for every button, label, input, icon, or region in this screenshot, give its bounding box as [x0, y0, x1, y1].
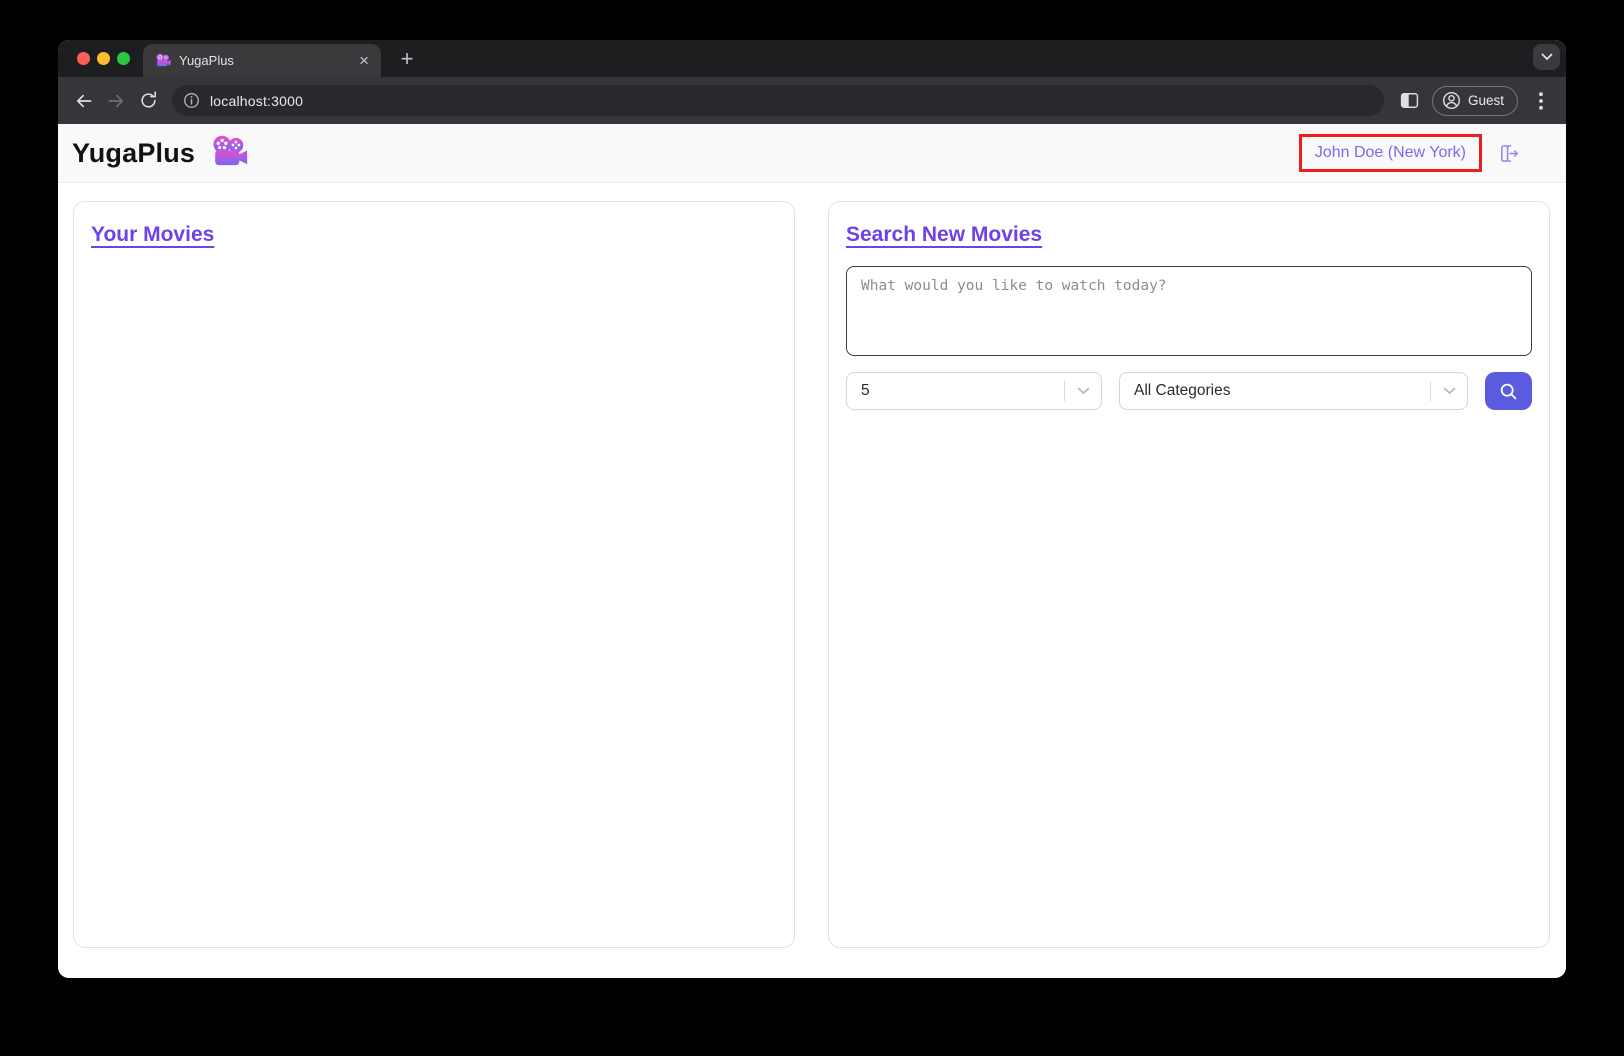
kebab-menu-icon	[1539, 92, 1543, 110]
movie-camera-logo-icon	[210, 134, 248, 172]
tab-close-icon[interactable]: ×	[357, 52, 371, 69]
category-select[interactable]: All Categories	[1119, 372, 1468, 410]
address-bar[interactable]: localhost:3000	[172, 85, 1384, 116]
desktop-background: YugaPlus × +	[0, 0, 1624, 1056]
magnifier-icon	[1498, 381, 1519, 402]
search-movies-panel: Search New Movies 5	[828, 201, 1550, 948]
chevron-down-icon	[1065, 387, 1101, 395]
logout-icon[interactable]	[1497, 142, 1520, 165]
app-header: YugaPlus	[58, 124, 1566, 183]
fullscreen-window-button[interactable]	[117, 52, 130, 65]
forward-button[interactable]	[100, 85, 132, 117]
main-content: Your Movies Search New Movies 5	[58, 183, 1566, 978]
window-controls	[77, 52, 130, 65]
profile-button-label: Guest	[1468, 93, 1504, 108]
reload-icon	[139, 91, 158, 110]
category-value: All Categories	[1134, 382, 1430, 400]
arrow-left-icon	[74, 91, 94, 111]
chevron-down-icon	[1431, 387, 1467, 395]
app-page: YugaPlus	[58, 124, 1566, 978]
search-movies-title: Search New Movies	[846, 223, 1042, 247]
app-title: YugaPlus	[72, 138, 195, 169]
reload-button[interactable]	[132, 85, 164, 117]
search-submit-button[interactable]	[1485, 372, 1532, 410]
browser-menu-button[interactable]	[1526, 85, 1556, 117]
profile-button[interactable]: Guest	[1432, 86, 1518, 116]
side-panel-toggle-button[interactable]	[1394, 85, 1426, 117]
annotation-highlight-box: John Doe (New York)	[1299, 134, 1482, 172]
tab-title: YugaPlus	[179, 53, 349, 68]
result-count-select[interactable]: 5	[846, 372, 1102, 410]
browser-toolbar: localhost:3000 Guest	[58, 77, 1566, 124]
browser-tab-strip: YugaPlus × +	[58, 40, 1566, 77]
minimize-window-button[interactable]	[97, 52, 110, 65]
back-button[interactable]	[68, 85, 100, 117]
url-text: localhost:3000	[210, 93, 303, 109]
header-right: John Doe (New York)	[1299, 134, 1520, 172]
user-profile-link[interactable]: John Doe (New York)	[1315, 144, 1466, 162]
tab-search-button[interactable]	[1533, 44, 1560, 70]
tab-favicon-movie-camera-icon	[155, 53, 171, 69]
brand: YugaPlus	[72, 134, 248, 172]
site-info-icon[interactable]	[178, 88, 204, 114]
your-movies-title: Your Movies	[91, 223, 214, 247]
arrow-right-icon	[106, 91, 126, 111]
new-tab-button[interactable]: +	[393, 45, 421, 73]
browser-window: YugaPlus × +	[58, 40, 1566, 978]
person-circle-icon	[1442, 91, 1461, 110]
split-panel-icon	[1400, 92, 1419, 109]
movie-search-input[interactable]	[846, 266, 1532, 356]
your-movies-panel: Your Movies	[73, 201, 795, 948]
info-circle-icon	[183, 92, 200, 109]
chevron-down-icon	[1541, 53, 1553, 61]
close-window-button[interactable]	[77, 52, 90, 65]
result-count-value: 5	[861, 382, 1064, 400]
search-controls: 5 All Categories	[846, 372, 1532, 410]
browser-tab[interactable]: YugaPlus ×	[143, 44, 381, 77]
